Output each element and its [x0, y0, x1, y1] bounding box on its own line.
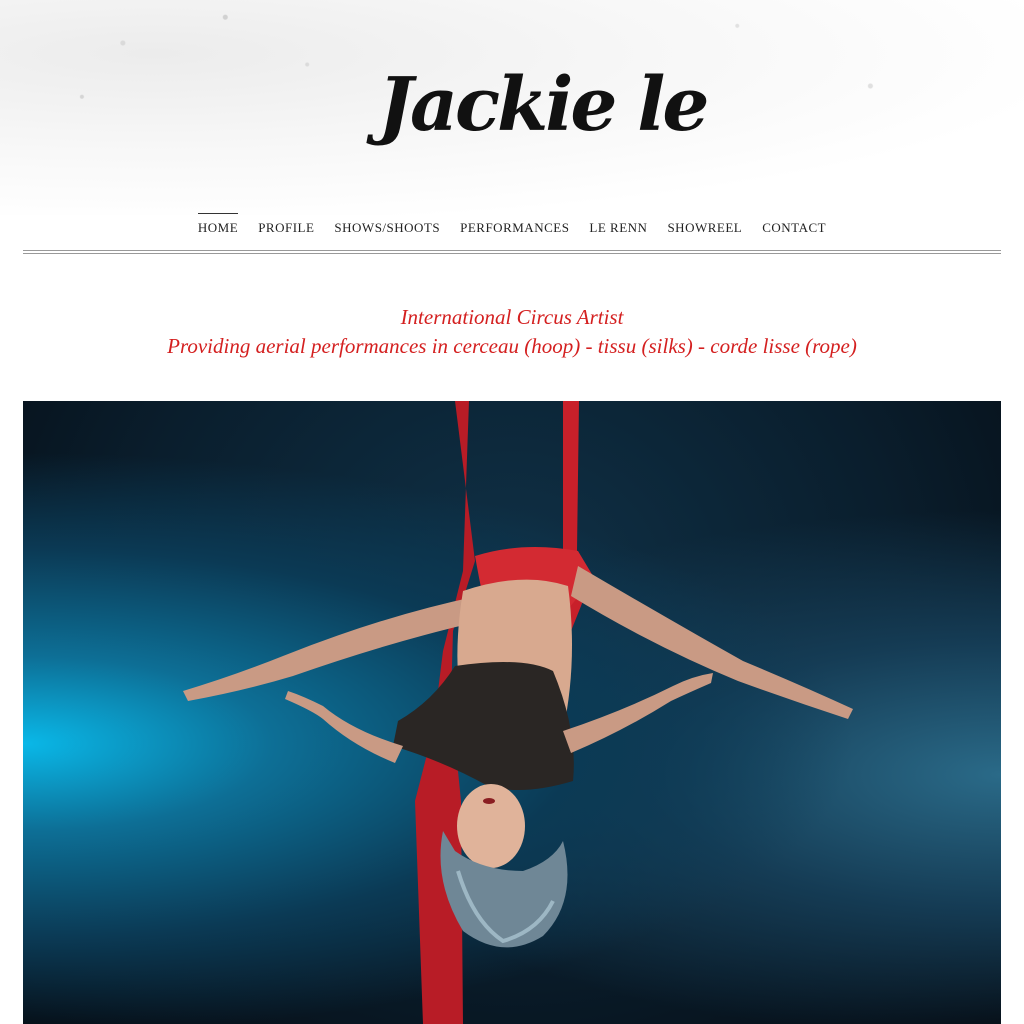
site-logo[interactable]: Jackie le [378, 68, 709, 142]
nav-contact[interactable]: CONTACT [752, 212, 836, 242]
tagline: International Circus Artist Providing ae… [0, 303, 1024, 361]
nav-home[interactable]: HOME [188, 212, 248, 242]
header-divider [23, 250, 1001, 251]
left-leg [183, 596, 481, 701]
nav-le-renn[interactable]: LE RENN [579, 212, 657, 242]
tagline-title: International Circus Artist [400, 305, 624, 329]
tagline-subtitle: Providing aerial performances in cerceau… [167, 334, 857, 358]
aerialist-illustration [183, 401, 853, 1024]
nav-performances[interactable]: PERFORMANCES [450, 212, 579, 242]
main-nav: HOME PROFILE SHOWS/SHOOTS PERFORMANCES L… [0, 212, 1024, 242]
nav-showreel[interactable]: SHOWREEL [657, 212, 752, 242]
face [457, 784, 525, 868]
left-arm [285, 691, 403, 763]
right-leg [571, 566, 853, 719]
header-divider-secondary [23, 253, 1001, 254]
bodysuit [393, 662, 574, 790]
hero-image [23, 401, 1001, 1024]
right-arm [563, 673, 713, 753]
lips [483, 798, 495, 804]
nav-shows-shoots[interactable]: SHOWS/SHOOTS [324, 212, 450, 242]
nav-profile[interactable]: PROFILE [248, 212, 324, 242]
